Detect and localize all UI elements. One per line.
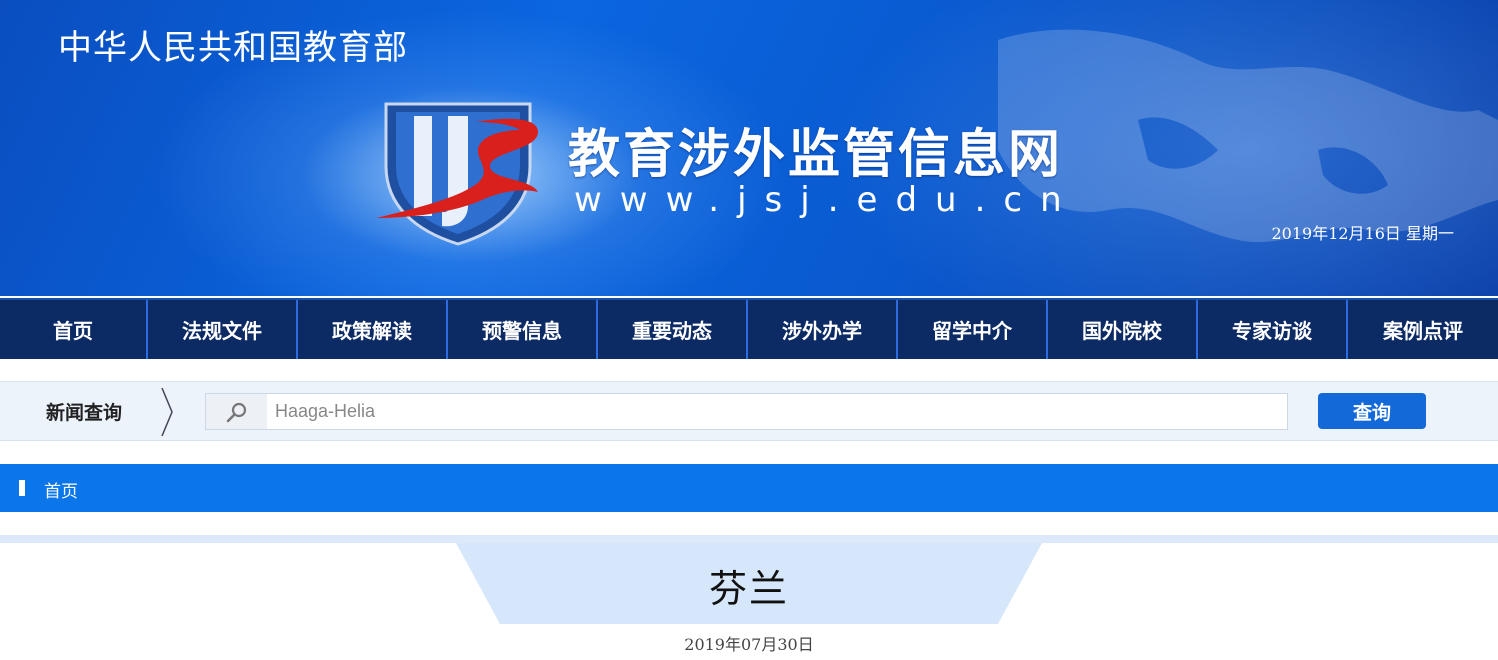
nav-item-foreign-institutions[interactable]: 国外院校	[1048, 300, 1198, 359]
article-date: 2019年07月30日	[684, 635, 814, 654]
breadcrumb-marker-icon	[19, 480, 25, 496]
search-label: 新闻查询	[46, 402, 123, 424]
site-url: www.jsj.edu.cn	[574, 180, 1080, 220]
search-button[interactable]: 查询	[1318, 393, 1426, 429]
nav-item-warnings[interactable]: 预警信息	[448, 300, 598, 359]
jsj-shield-logo-icon[interactable]	[370, 96, 550, 248]
search-box	[205, 393, 1288, 430]
nav-item-study-agencies[interactable]: 留学中介	[898, 300, 1048, 359]
nav-item-regulations[interactable]: 法规文件	[148, 300, 298, 359]
article-header-strip	[0, 535, 1498, 543]
nav-item-home[interactable]: 首页	[0, 300, 148, 359]
site-name: 教育涉外监管信息网	[568, 125, 1064, 185]
site-banner: 中华人民共和国教育部 教育涉外监管信息网 www.jsj.edu.cn 2019…	[0, 0, 1498, 296]
current-date: 2019年12月16日 星期一	[1271, 224, 1454, 243]
nav-item-expert-interviews[interactable]: 专家访谈	[1198, 300, 1348, 359]
nav-item-case-reviews[interactable]: 案例点评	[1348, 300, 1498, 359]
ministry-title: 中华人民共和国教育部	[58, 28, 408, 68]
search-icon	[206, 394, 267, 429]
breadcrumb-home-link[interactable]: 首页	[44, 477, 78, 502]
news-search-bar: 新闻查询 查询	[0, 381, 1498, 441]
chevron-right-icon	[161, 388, 173, 436]
nav-item-policy-interpretation[interactable]: 政策解读	[298, 300, 448, 359]
main-nav: 首页 法规文件 政策解读 预警信息 重要动态 涉外办学 留学中介 国外院校 专家…	[0, 298, 1498, 359]
breadcrumb: 首页	[0, 464, 1498, 512]
nav-item-foreign-schooling[interactable]: 涉外办学	[748, 300, 898, 359]
article-title: 芬兰	[708, 567, 789, 611]
nav-item-news[interactable]: 重要动态	[598, 300, 748, 359]
search-input[interactable]	[267, 394, 1287, 429]
